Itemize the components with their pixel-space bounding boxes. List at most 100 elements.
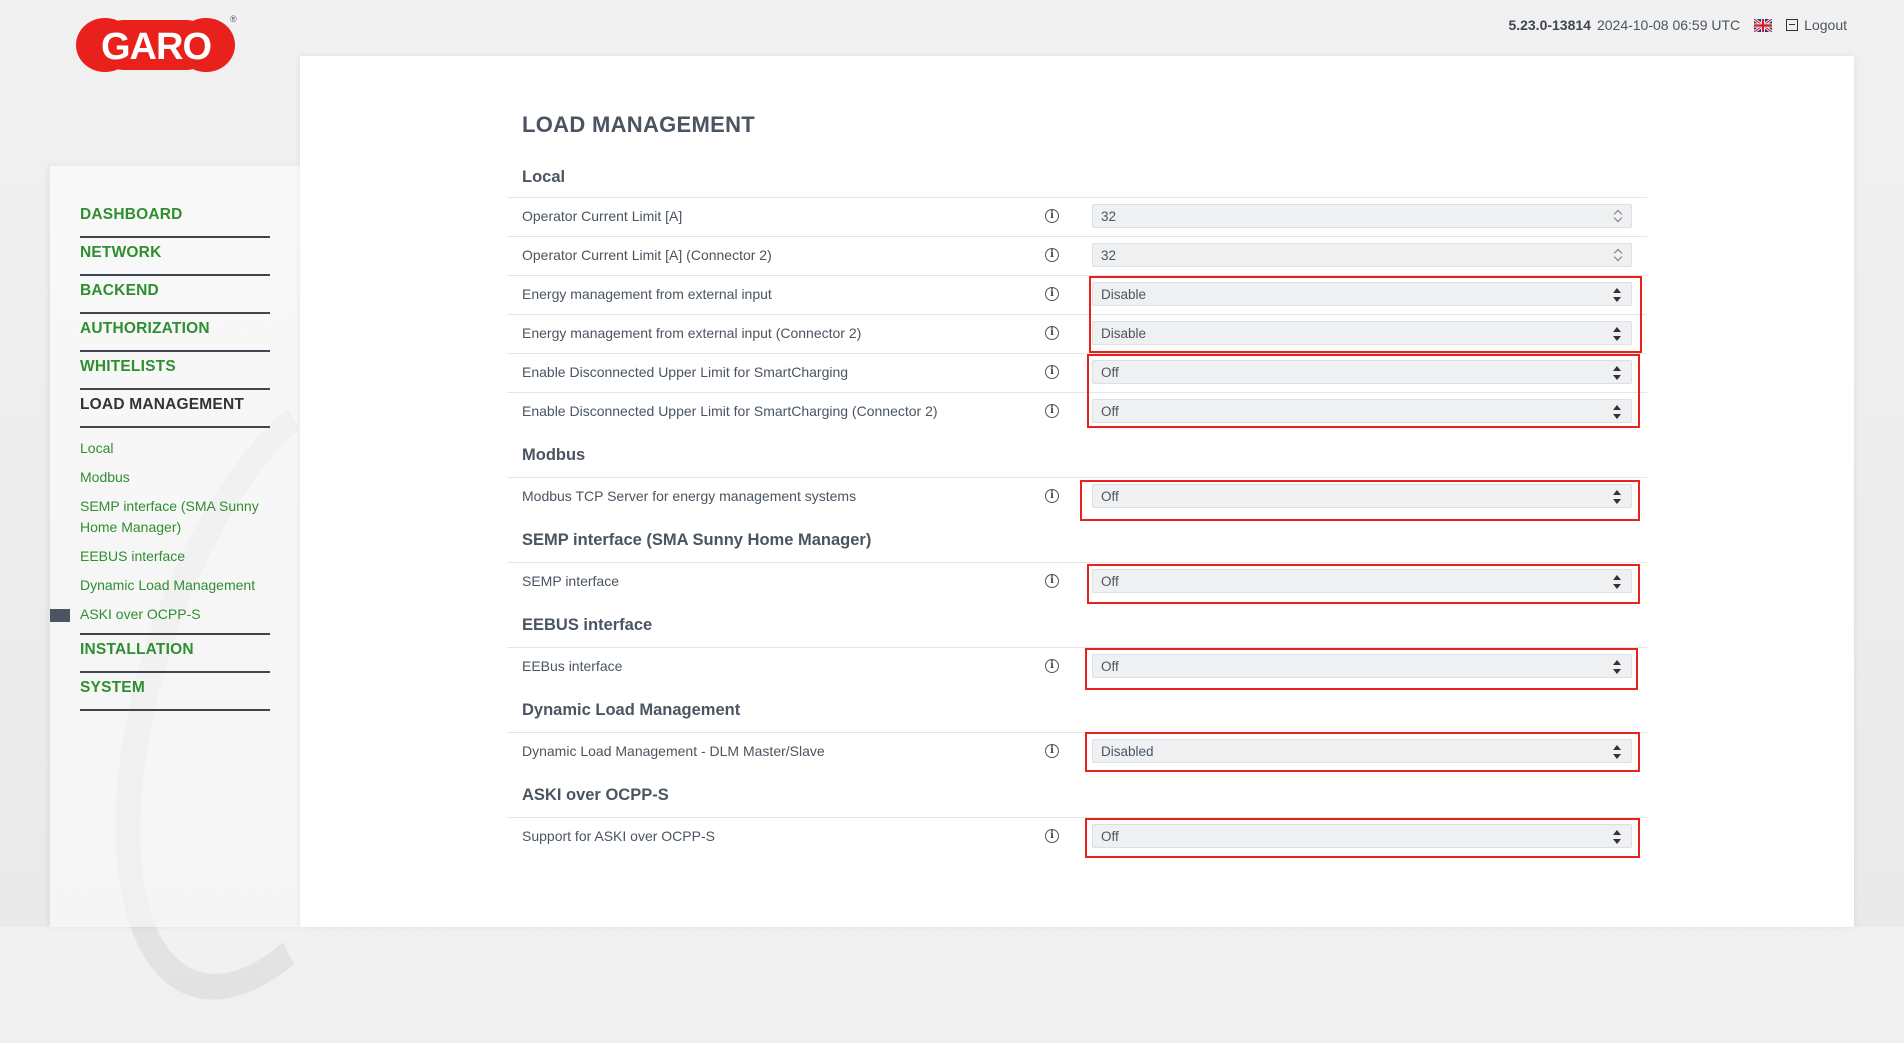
eebus-interface-select[interactable]: Off <box>1092 654 1632 678</box>
info-icon[interactable]: i <box>1045 326 1059 340</box>
info-icon[interactable]: i <box>1045 489 1059 503</box>
select-arrows-icon <box>1613 830 1621 844</box>
setting-row: Enable Disconnected Upper Limit for Smar… <box>507 392 1647 430</box>
setting-label: Operator Current Limit [A] (Connector 2) <box>522 247 772 263</box>
info-icon[interactable]: i <box>1045 829 1059 843</box>
setting-row: Operator Current Limit [A] (Connector 2)… <box>507 236 1647 274</box>
sidebar-subitem-semp[interactable]: SEMP interface (SMA Sunny Home Manager) <box>80 492 270 542</box>
sidebar-subitem-modbus[interactable]: Modbus <box>80 463 270 492</box>
select-arrows-icon <box>1613 405 1621 419</box>
sidebar-subitem-eebus[interactable]: EEBUS interface <box>80 542 270 571</box>
select-arrows-icon <box>1613 366 1621 380</box>
info-icon[interactable]: i <box>1045 404 1059 418</box>
select-value: Off <box>1101 365 1119 380</box>
modbus-tcp-server-select[interactable]: Off <box>1092 484 1632 508</box>
setting-row: EEBus interface i Off <box>507 647 1647 685</box>
select-value: Off <box>1101 489 1119 504</box>
select-arrows-icon <box>1613 327 1621 341</box>
select-arrows-icon <box>1613 575 1621 589</box>
select-value: Off <box>1101 574 1119 589</box>
info-icon[interactable]: i <box>1045 248 1059 262</box>
setting-label: Operator Current Limit [A] <box>522 208 683 224</box>
sidebar-subitem-aski[interactable]: ASKI over OCPP-S <box>50 600 270 629</box>
sidebar-item-backend[interactable]: BACKEND <box>80 278 270 314</box>
spinner-icon[interactable] <box>1613 248 1623 262</box>
setting-label: Support for ASKI over OCPP-S <box>522 828 715 844</box>
disconnected-upper-limit-select[interactable]: Off <box>1092 360 1632 384</box>
spinner-icon[interactable] <box>1613 209 1623 223</box>
uk-flag-icon[interactable] <box>1754 18 1773 32</box>
logout-link[interactable]: Logout <box>1786 17 1847 33</box>
sidebar-item-network[interactable]: NETWORK <box>80 240 270 276</box>
info-icon[interactable]: i <box>1045 744 1059 758</box>
setting-label: Modbus TCP Server for energy management … <box>522 488 857 504</box>
sidebar-subitem-dlm[interactable]: Dynamic Load Management <box>80 571 270 600</box>
setting-row: Energy management from external input i … <box>507 275 1647 313</box>
setting-row: Enable Disconnected Upper Limit for Smar… <box>507 353 1647 391</box>
operator-current-limit-connector2-input[interactable]: 32 <box>1092 243 1632 267</box>
setting-row: Support for ASKI over OCPP-S i Off <box>507 817 1647 855</box>
select-value: Disabled <box>1101 744 1154 759</box>
sidebar-item-authorization[interactable]: AUTHORIZATION <box>80 316 270 352</box>
energy-management-external-connector2-select[interactable]: Disable <box>1092 321 1632 345</box>
active-section-marker <box>50 609 70 622</box>
setting-label: Enable Disconnected Upper Limit for Smar… <box>522 364 849 380</box>
select-value: Off <box>1101 829 1119 844</box>
page-title: LOAD MANAGEMENT <box>522 112 756 137</box>
setting-row: Energy management from external input (C… <box>507 314 1647 352</box>
svg-text:GARO: GARO <box>101 26 211 68</box>
logout-label: Logout <box>1804 17 1847 33</box>
load-management-subnav: Local Modbus SEMP interface (SMA Sunny H… <box>50 434 270 635</box>
select-value: Off <box>1101 404 1119 419</box>
operator-current-limit-input[interactable]: 32 <box>1092 204 1632 228</box>
setting-label: Energy management from external input (C… <box>522 325 862 341</box>
info-icon[interactable]: i <box>1045 659 1059 673</box>
info-icon[interactable]: i <box>1045 365 1059 379</box>
disconnected-upper-limit-connector2-select[interactable]: Off <box>1092 399 1632 423</box>
section-title-semp: SEMP interface (SMA Sunny Home Manager) <box>522 531 872 549</box>
sidebar: DASHBOARD NETWORK BACKEND AUTHORIZATION … <box>50 166 300 927</box>
energy-management-external-select[interactable]: Disable <box>1092 282 1632 306</box>
semp-interface-select[interactable]: Off <box>1092 569 1632 593</box>
sidebar-item-whitelists[interactable]: WHITELISTS <box>80 354 270 390</box>
section-title-modbus: Modbus <box>522 446 586 464</box>
select-arrows-icon <box>1613 745 1621 759</box>
setting-label: SEMP interface <box>522 573 620 589</box>
datetime: 2024-10-08 06:59 UTC <box>1596 17 1741 33</box>
sidebar-item-installation[interactable]: INSTALLATION <box>80 637 270 673</box>
setting-label: Dynamic Load Management - DLM Master/Sla… <box>522 743 825 759</box>
section-title-eebus: EEBUS interface <box>522 616 653 634</box>
sidebar-nav: DASHBOARD NETWORK BACKEND AUTHORIZATION … <box>50 202 270 713</box>
setting-label: EEBus interface <box>522 658 623 674</box>
section-title-dlm: Dynamic Load Management <box>522 701 741 719</box>
select-value: Disable <box>1101 287 1147 302</box>
setting-label: Energy management from external input <box>522 286 772 302</box>
input-value: 32 <box>1101 248 1117 263</box>
setting-row: Operator Current Limit [A] i 32 <box>507 197 1647 235</box>
sidebar-subitem-local[interactable]: Local <box>80 434 270 463</box>
main-panel: LOAD MANAGEMENT Local Operator Current L… <box>300 56 1854 927</box>
sidebar-subitem-aski-label: ASKI over OCPP-S <box>80 606 201 622</box>
garo-logo: GARO ® <box>76 14 237 72</box>
setting-row: Dynamic Load Management - DLM Master/Sla… <box>507 732 1647 770</box>
top-bar: 5.23.0-13814 2024-10-08 06:59 UTC Logout <box>1508 17 1847 33</box>
aski-ocpp-select[interactable]: Off <box>1092 824 1632 848</box>
select-arrows-icon <box>1613 490 1621 504</box>
select-arrows-icon <box>1613 660 1621 674</box>
select-value: Disable <box>1101 326 1147 341</box>
section-title-aski: ASKI over OCPP-S <box>522 786 669 804</box>
info-icon[interactable]: i <box>1045 209 1059 223</box>
section-title-local: Local <box>522 168 566 186</box>
sidebar-item-load-management[interactable]: LOAD MANAGEMENT <box>80 392 270 428</box>
setting-row: SEMP interface i Off <box>507 562 1647 600</box>
select-arrows-icon <box>1613 288 1621 302</box>
sidebar-item-dashboard[interactable]: DASHBOARD <box>80 202 270 238</box>
sidebar-item-system[interactable]: SYSTEM <box>80 675 270 711</box>
dlm-master-slave-select[interactable]: Disabled <box>1092 739 1632 763</box>
firmware-version: 5.23.0-13814 <box>1508 17 1591 33</box>
input-value: 32 <box>1101 209 1117 224</box>
setting-row: Modbus TCP Server for energy management … <box>507 477 1647 515</box>
select-value: Off <box>1101 659 1119 674</box>
info-icon[interactable]: i <box>1045 574 1059 588</box>
info-icon[interactable]: i <box>1045 287 1059 301</box>
